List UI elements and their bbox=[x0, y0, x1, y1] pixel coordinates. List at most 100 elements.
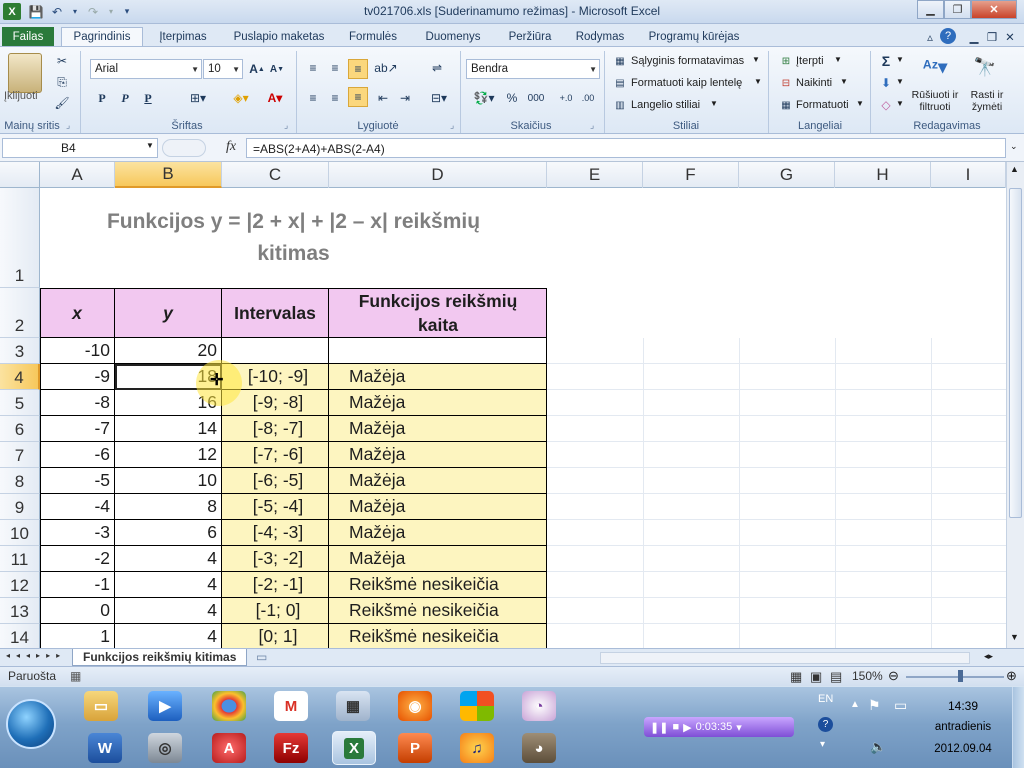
calculator-icon[interactable]: ▦ bbox=[336, 691, 370, 721]
insert-function-button[interactable]: fx bbox=[226, 139, 236, 155]
cell-y[interactable]: 10 bbox=[115, 468, 222, 494]
chevron-down-icon[interactable]: ▼ bbox=[752, 55, 760, 64]
cell-x[interactable]: -5 bbox=[40, 468, 115, 494]
increase-decimal-icon[interactable]: +.0 bbox=[556, 89, 576, 107]
name-box[interactable]: B4 bbox=[2, 138, 158, 158]
row-header[interactable]: 10 bbox=[0, 520, 40, 546]
format-painter-icon[interactable]: 🖌 bbox=[54, 95, 70, 111]
cell-interval[interactable]: [-3; -2] bbox=[222, 546, 329, 572]
vertical-scrollbar[interactable]: ▲ ▼ bbox=[1006, 162, 1024, 648]
cell-y[interactable]: 8 bbox=[115, 494, 222, 520]
chevron-down-icon[interactable]: ▼ bbox=[232, 65, 240, 74]
cell-interval[interactable] bbox=[222, 338, 329, 364]
cell-interval[interactable]: [-6; -5] bbox=[222, 468, 329, 494]
cell-trend[interactable]: Mažėja bbox=[329, 442, 547, 468]
powerpoint-icon[interactable]: P bbox=[398, 733, 432, 763]
start-button[interactable] bbox=[6, 699, 56, 749]
row-header[interactable]: 14 bbox=[0, 624, 40, 650]
help-icon[interactable]: ? bbox=[940, 28, 956, 44]
chevron-down-icon[interactable]: ▼ bbox=[754, 77, 762, 86]
flag-icon[interactable]: ⚑ bbox=[868, 697, 881, 714]
paste-button[interactable]: Įklijuoti bbox=[4, 90, 38, 102]
cell-interval[interactable]: [-8; -7] bbox=[222, 416, 329, 442]
column-header-b[interactable]: B bbox=[115, 162, 222, 188]
macro-record-icon[interactable]: ▦ bbox=[70, 669, 81, 683]
column-header-i[interactable]: I bbox=[931, 162, 1006, 188]
cell-interval[interactable]: [-2; -1] bbox=[222, 572, 329, 598]
tab-file[interactable]: Failas bbox=[2, 27, 54, 46]
cell-trend[interactable]: Mažėja bbox=[329, 468, 547, 494]
chevron-down-icon[interactable]: ▼ bbox=[710, 99, 718, 108]
align-left-icon[interactable]: ≡ bbox=[304, 89, 322, 107]
cell-styles-icon[interactable]: ▥ bbox=[612, 97, 628, 113]
font-name-box[interactable]: Arial ▼ bbox=[90, 59, 202, 79]
scroll-left-icon[interactable]: ◂▸ bbox=[984, 651, 993, 662]
align-middle-icon[interactable]: ≡ bbox=[326, 59, 344, 77]
cut-icon[interactable]: ✂ bbox=[54, 53, 70, 69]
formula-input[interactable]: =ABS(2+A4)+ABS(2-A4) bbox=[246, 138, 1006, 158]
row-header[interactable]: 3 bbox=[0, 338, 40, 364]
chevron-down-icon[interactable]: ▼ bbox=[840, 77, 848, 86]
format-cells-icon[interactable]: ▦ bbox=[778, 97, 794, 113]
cell-trend[interactable]: Reikšmė nesikeičia bbox=[329, 572, 547, 598]
row-header[interactable]: 7 bbox=[0, 442, 40, 468]
row-header[interactable]: 4 bbox=[0, 364, 40, 390]
orientation-icon[interactable]: ab↗ bbox=[374, 59, 398, 77]
header-x[interactable]: x bbox=[40, 288, 115, 338]
worksheet-grid[interactable]: Funkcijos y = |2 + x| + |2 – x| reikšmių… bbox=[0, 188, 1006, 650]
show-hidden-icons[interactable]: ▲ bbox=[850, 699, 860, 710]
cell-x[interactable]: -1 bbox=[40, 572, 115, 598]
recorder-icon[interactable]: ◎ bbox=[148, 733, 182, 763]
clear-icon[interactable]: ◇ bbox=[878, 97, 894, 113]
cell-x[interactable]: -3 bbox=[40, 520, 115, 546]
sheet-tab-active[interactable]: Funkcijos reikšmių kitimas bbox=[72, 649, 248, 666]
acrobat-icon[interactable]: A bbox=[212, 733, 246, 763]
cell-trend[interactable]: Mažėja bbox=[329, 416, 547, 442]
zoom-slider[interactable] bbox=[906, 676, 1004, 678]
row-header[interactable]: 11 bbox=[0, 546, 40, 572]
cell-x[interactable]: -6 bbox=[40, 442, 115, 468]
cell-trend[interactable]: Mažėja bbox=[329, 390, 547, 416]
cell-x[interactable]: 1 bbox=[40, 624, 115, 648]
cell-styles-button[interactable]: Langelio stiliai bbox=[631, 99, 700, 111]
fill-icon[interactable]: ⬇ bbox=[878, 75, 894, 91]
show-desktop-button[interactable] bbox=[1012, 687, 1024, 768]
recording-widget[interactable]: ❚❚ ■ ▶ 0:03:35 ▾ bbox=[644, 717, 794, 737]
chevron-down-icon[interactable]: ▼ bbox=[856, 99, 864, 108]
cell-x[interactable]: 0 bbox=[40, 598, 115, 624]
zoom-slider-thumb[interactable] bbox=[958, 670, 963, 682]
word-icon[interactable]: W bbox=[88, 733, 122, 763]
minimize-button[interactable]: ▁ bbox=[917, 0, 944, 19]
minimize-ribbon-icon[interactable]: ▵ bbox=[920, 27, 940, 46]
cell-interval[interactable]: [-5; -4] bbox=[222, 494, 329, 520]
insert-cells-button[interactable]: Įterpti bbox=[796, 55, 824, 67]
cell-y[interactable]: 4 bbox=[115, 572, 222, 598]
fill-color-icon[interactable]: ◈▾ bbox=[226, 89, 256, 107]
cell-x[interactable]: -8 bbox=[40, 390, 115, 416]
close-button[interactable]: ✕ bbox=[971, 0, 1017, 19]
bold-button[interactable]: P bbox=[94, 89, 110, 107]
chevron-down-icon[interactable]: ▼ bbox=[146, 141, 154, 150]
row-header[interactable]: 1 bbox=[0, 188, 40, 288]
tray-arrow-icon[interactable]: ▾ bbox=[820, 739, 825, 750]
restore-button[interactable]: ❐ bbox=[944, 0, 971, 19]
underline-button[interactable]: P bbox=[140, 89, 156, 107]
row-header[interactable]: 5 bbox=[0, 390, 40, 416]
find-select-button[interactable]: Rasti ir žymėti bbox=[962, 89, 1012, 113]
cell-trend[interactable]: Mažėja bbox=[329, 546, 547, 572]
stopwatch-icon[interactable]: ◔ bbox=[522, 691, 556, 721]
tab-formulas[interactable]: Formulės bbox=[340, 27, 406, 46]
cell-y[interactable]: 20 bbox=[115, 338, 222, 364]
chevron-down-icon[interactable]: ▼ bbox=[896, 77, 904, 86]
row-header[interactable]: 12 bbox=[0, 572, 40, 598]
cell-x[interactable]: -2 bbox=[40, 546, 115, 572]
font-size-box[interactable]: 10 ▼ bbox=[203, 59, 243, 79]
alignment-launcher-icon[interactable]: ⌟ bbox=[450, 120, 454, 131]
scroll-thumb[interactable] bbox=[1009, 188, 1022, 518]
align-center-icon[interactable]: ≡ bbox=[326, 89, 344, 107]
scroll-up-icon[interactable]: ▲ bbox=[1010, 164, 1019, 174]
pause-icon[interactable]: ❚❚ bbox=[650, 721, 668, 734]
shrink-font-icon[interactable]: A ▼ bbox=[268, 61, 286, 77]
tab-data[interactable]: Duomenys bbox=[416, 27, 490, 46]
page-layout-view-icon[interactable]: ▣ bbox=[810, 669, 822, 685]
